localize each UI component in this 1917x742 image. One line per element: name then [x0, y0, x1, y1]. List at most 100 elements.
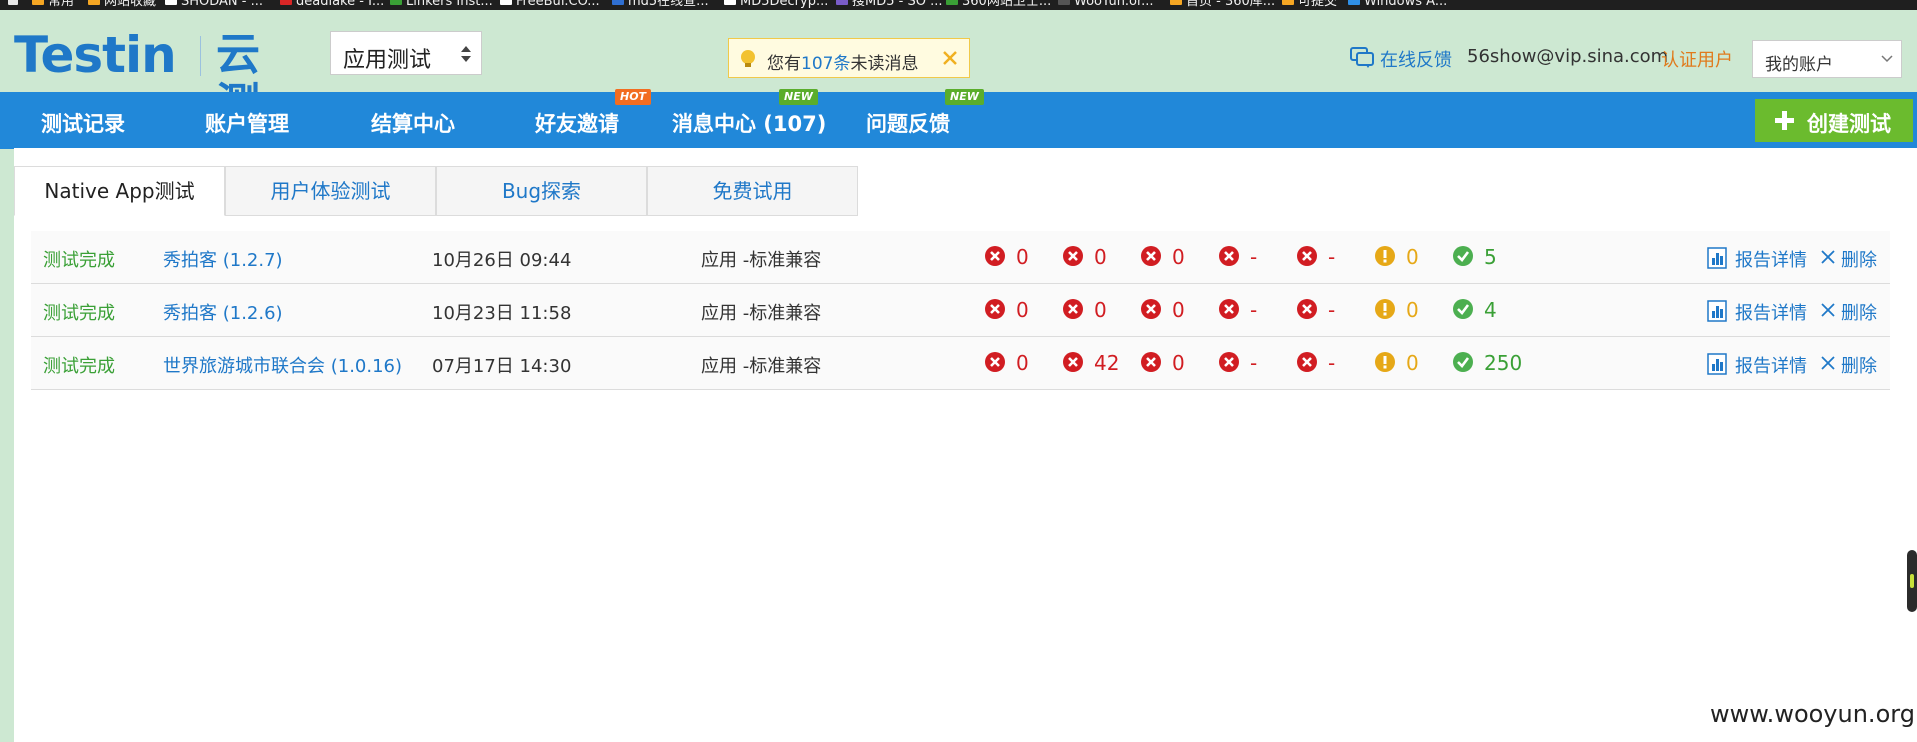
folder-icon	[1170, 0, 1182, 5]
tab-user-experience[interactable]: 用户体验测试	[225, 166, 436, 216]
account-dropdown-label: 我的账户	[1765, 55, 1833, 75]
bookmark-item[interactable]: 常用	[32, 0, 74, 10]
bookmark-item[interactable]: 360网站卫士...	[946, 0, 1051, 10]
scrollbar-thumb[interactable]	[1907, 550, 1917, 612]
metric-value: 0	[1406, 245, 1419, 269]
metric-value: 0	[1016, 351, 1029, 375]
nav-message-center[interactable]: 消息中心 (107)	[672, 108, 826, 138]
bookmark-item[interactable]: Linkers Inst...	[390, 0, 493, 10]
metric-value: 0	[1406, 298, 1419, 322]
notice-text: 您有107条未读消息	[767, 54, 919, 74]
user-email[interactable]: 56show@vip.sina.com	[1467, 46, 1668, 67]
tab-bug-explore[interactable]: Bug探索	[436, 166, 647, 216]
tab-free-trial[interactable]: 免费试用	[647, 166, 858, 216]
metric-value: -	[1250, 298, 1258, 322]
app-link[interactable]: 秀拍客 (1.2.7)	[163, 246, 283, 272]
page-icon	[500, 0, 512, 5]
nav-test-records[interactable]: 测试记录	[41, 108, 125, 138]
unread-notice[interactable]: 您有107条未读消息	[728, 38, 970, 78]
site-icon	[1058, 0, 1070, 5]
lightbulb-icon	[741, 50, 755, 67]
delete-label: 删除	[1841, 303, 1877, 324]
online-feedback-link[interactable]: 在线反馈	[1380, 46, 1452, 72]
bookmark-item[interactable]: WooYun.or...	[1058, 0, 1154, 10]
metric-value: 0	[1016, 298, 1029, 322]
bookmark-item[interactable]: SHODAN - ...	[165, 0, 263, 10]
report-details-label: 报告详情	[1735, 250, 1807, 271]
scroll-grip	[1910, 574, 1914, 588]
status-text: 测试完成	[43, 250, 115, 271]
new-badge: NEW	[945, 89, 984, 105]
folder-icon	[1282, 0, 1294, 5]
metric-value: 250	[1484, 351, 1523, 375]
metric-value: -	[1328, 245, 1336, 269]
test-type: 应用 -标准兼容	[701, 303, 822, 324]
create-test-button[interactable]: 创建测试	[1755, 99, 1913, 142]
site-icon	[946, 0, 958, 5]
chat-bubble-icon[interactable]	[1350, 47, 1374, 69]
test-type: 应用 -标准兼容	[701, 356, 822, 377]
delete-label: 删除	[1841, 356, 1877, 377]
notice-count[interactable]: 107条	[801, 54, 850, 74]
bookmark-item[interactable]: MD5Decryp...	[724, 0, 828, 10]
bookmarks-bar: 常用 网站收藏 SHODAN - ... deadlake - I... Lin…	[0, 0, 1917, 10]
nav-issue-feedback[interactable]: 问题反馈	[866, 108, 950, 138]
delete-label: 删除	[1841, 250, 1877, 271]
metric-value: 0	[1094, 245, 1107, 269]
chevron-down-icon	[1881, 55, 1893, 63]
product-select-value: 应用测试	[343, 48, 432, 73]
table-row: 测试完成 秀拍客 (1.2.6) 10月23日 11:58 应用 -标准兼容 0 0 0 - -…	[31, 284, 1890, 337]
logo-divider	[200, 36, 201, 76]
new-badge: NEW	[779, 89, 818, 105]
metric-value: -	[1328, 298, 1336, 322]
plus-icon	[1775, 111, 1794, 130]
status-text: 测试完成	[43, 303, 115, 324]
bookmark-apps[interactable]	[8, 0, 22, 10]
bookmark-item[interactable]: 网站收藏	[88, 0, 156, 10]
account-dropdown[interactable]: 我的账户	[1752, 40, 1902, 78]
nav-invite-friends[interactable]: 好友邀请	[535, 108, 619, 138]
bookmark-item[interactable]: 首页 - 360库...	[1170, 0, 1275, 10]
test-type: 应用 -标准兼容	[701, 250, 822, 271]
bookmark-item[interactable]: md5在线查...	[612, 0, 709, 10]
app-link[interactable]: 世界旅游城市联合会 (1.0.16)	[163, 352, 402, 378]
app-link[interactable]: 秀拍客 (1.2.6)	[163, 299, 283, 325]
metric-value: 42	[1094, 351, 1120, 375]
logo-wordmark: Testin	[14, 26, 177, 84]
table-row: 测试完成 秀拍客 (1.2.7) 10月26日 09:44 应用 -标准兼容 0 0 0 - -…	[31, 231, 1890, 284]
test-time: 07月17日 14:30	[432, 356, 572, 377]
bookmark-item[interactable]: Windows A...	[1348, 0, 1447, 10]
grid-icon	[612, 0, 624, 5]
certified-user-badge[interactable]: 认证用户	[1661, 46, 1733, 72]
metric-value: 0	[1172, 245, 1185, 269]
metric-value: -	[1250, 351, 1258, 375]
report-details-label: 报告详情	[1735, 303, 1807, 324]
sort-arrows-icon	[461, 46, 471, 62]
status-text: 测试完成	[43, 356, 115, 377]
site-icon	[390, 0, 402, 5]
bookmark-item[interactable]: deadlake - I...	[280, 0, 384, 10]
nav-account-management[interactable]: 账户管理	[205, 108, 289, 138]
metric-value: 4	[1484, 298, 1497, 322]
site-icon	[836, 0, 848, 5]
table-row: 测试完成 世界旅游城市联合会 (1.0.16) 07月17日 14:30 应用 -标准…	[31, 337, 1890, 390]
bookmark-item[interactable]: 可提交	[1282, 0, 1337, 10]
bookmark-item[interactable]: 搜MD5 - SO ...	[836, 0, 942, 10]
metric-value: 0	[1172, 298, 1185, 322]
product-select[interactable]: 应用测试	[330, 31, 482, 75]
watermark: www.wooyun.org	[1710, 700, 1915, 728]
folder-icon	[88, 0, 100, 5]
close-icon[interactable]	[941, 49, 959, 67]
test-time: 10月26日 09:44	[432, 250, 572, 271]
test-time: 10月23日 11:58	[432, 303, 572, 324]
site-icon	[280, 0, 292, 5]
site-header: Testin 云测 应用测试 您有107条未读消息 在线反馈 56show@vi…	[0, 10, 1917, 130]
metric-value: 5	[1484, 245, 1497, 269]
tab-native-app[interactable]: Native App测试	[14, 166, 225, 216]
metric-value: 0	[1094, 298, 1107, 322]
page-icon	[165, 0, 177, 5]
bookmark-item[interactable]: FreeBuf.CO...	[500, 0, 600, 10]
nav-settlement-center[interactable]: 结算中心	[371, 108, 455, 138]
folder-icon	[32, 0, 44, 5]
main-nav: 测试记录 账户管理 结算中心 好友邀请 HOT 消息中心 (107) NEW 问…	[0, 89, 1917, 149]
